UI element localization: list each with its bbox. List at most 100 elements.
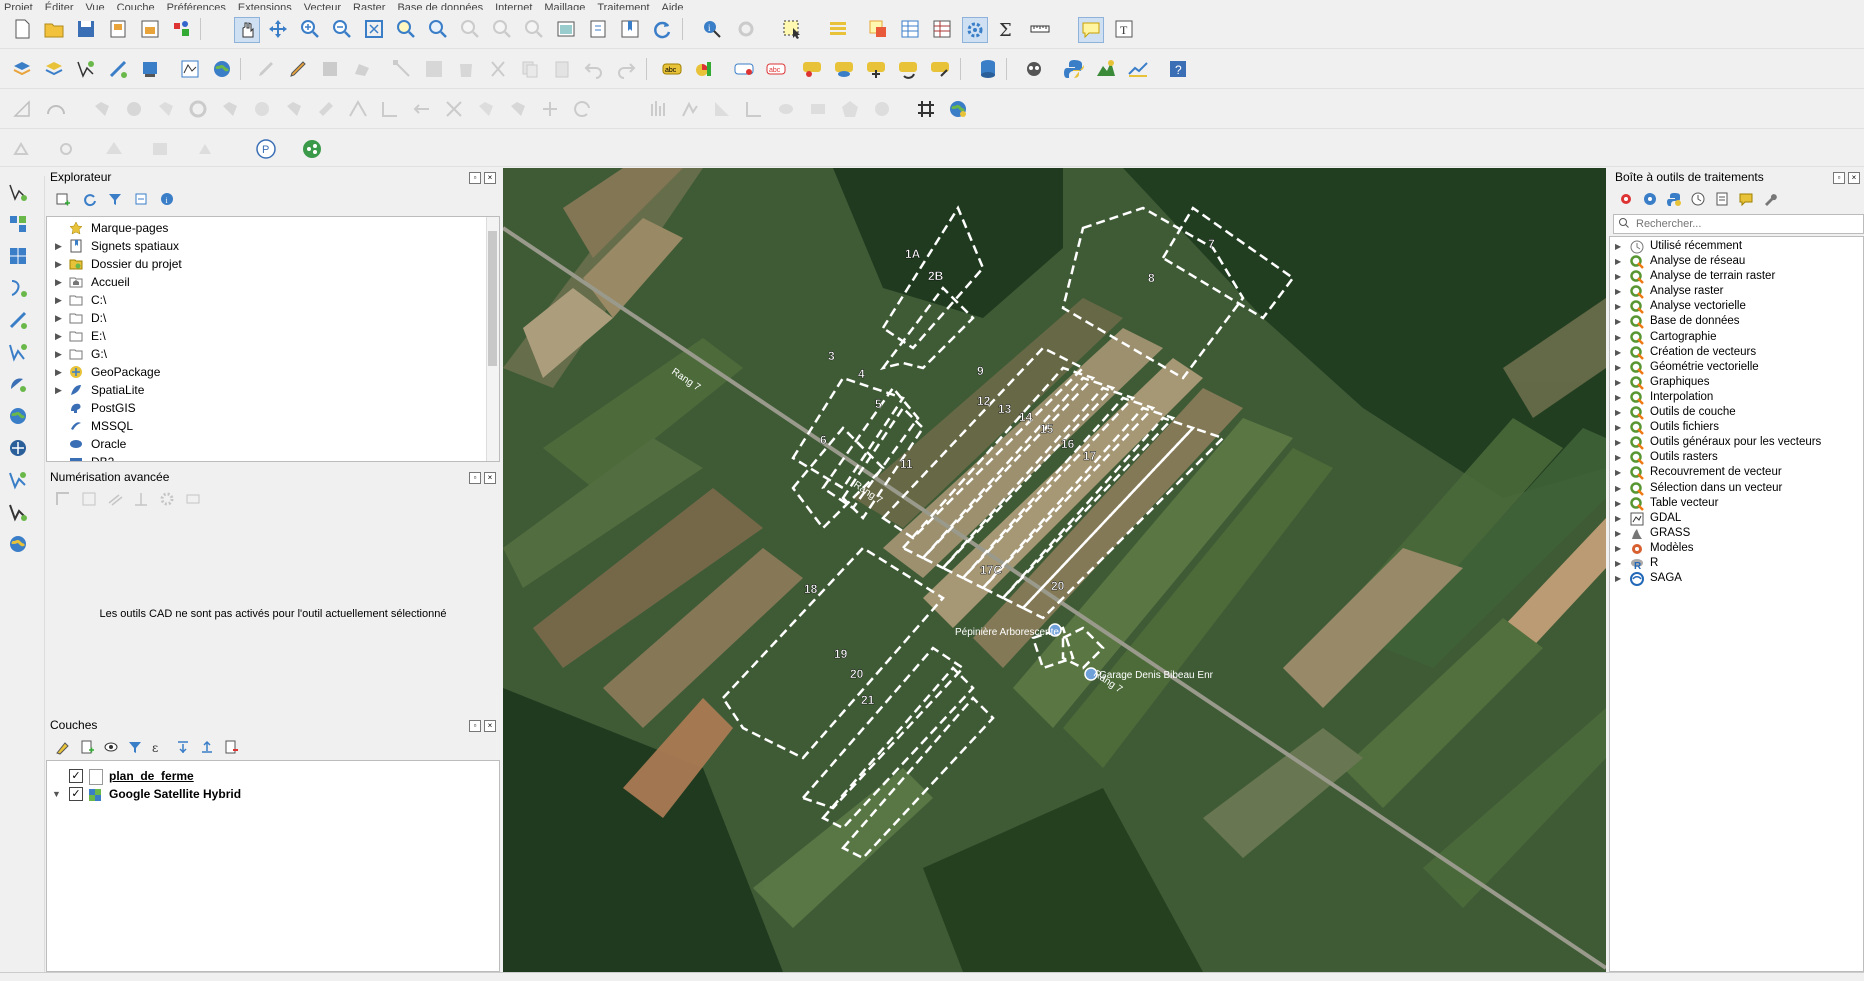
expand-arrow-icon[interactable]: ▶ bbox=[1615, 284, 1621, 299]
save-project-icon[interactable] bbox=[74, 17, 98, 41]
grid-icon[interactable] bbox=[914, 97, 938, 121]
merge-features-icon[interactable] bbox=[538, 97, 562, 121]
explorer-item[interactable]: ▶ C:\ bbox=[47, 291, 499, 309]
toolbox-item[interactable]: ▶ Table vecteur bbox=[1610, 496, 1863, 511]
move-feature-icon[interactable] bbox=[90, 97, 114, 121]
float-icon[interactable]: ▫ bbox=[1833, 172, 1845, 184]
expand-arrow-icon[interactable]: ▶ bbox=[1615, 299, 1621, 314]
new-project-icon[interactable] bbox=[10, 17, 34, 41]
profile-tool-icon[interactable] bbox=[1094, 57, 1118, 81]
georeferencer-icon[interactable] bbox=[946, 97, 970, 121]
expand-arrow-icon[interactable]: ▶ bbox=[1615, 330, 1621, 345]
add-wcs-icon[interactable] bbox=[6, 436, 30, 460]
explorer-item[interactable]: ▶ G:\ bbox=[47, 345, 499, 363]
toolbox-item[interactable]: ▶ Base de données bbox=[1610, 314, 1863, 330]
close-icon[interactable]: × bbox=[484, 720, 496, 732]
style-layer-icon[interactable] bbox=[54, 738, 72, 756]
new-polygon-layer-icon[interactable] bbox=[6, 340, 30, 364]
map-canvas[interactable]: 1A 2B 3 4 5 6 7 8 9 11 12 13 14 15 16 17… bbox=[503, 168, 1606, 972]
add-wms-layer-icon[interactable] bbox=[210, 57, 234, 81]
options-wrench-icon[interactable] bbox=[1761, 190, 1779, 208]
explorer-item[interactable]: ▶ Signets spatiaux bbox=[47, 237, 499, 255]
manage-map-themes-icon[interactable] bbox=[102, 738, 120, 756]
settings-gear-icon[interactable] bbox=[158, 490, 176, 508]
move-label-icon[interactable] bbox=[864, 57, 888, 81]
edit-table-icon[interactable] bbox=[422, 57, 446, 81]
add-delimited-text-icon[interactable] bbox=[178, 57, 202, 81]
pan-to-selection-icon[interactable] bbox=[266, 17, 290, 41]
circle-icon[interactable] bbox=[870, 97, 894, 121]
toolbox-item[interactable]: ▶ R R bbox=[1610, 556, 1863, 572]
fill-ring-icon[interactable] bbox=[250, 97, 274, 121]
delete-part-icon[interactable] bbox=[314, 97, 338, 121]
expand-arrow-icon[interactable]: ▶ bbox=[55, 345, 62, 363]
close-icon[interactable]: × bbox=[484, 172, 496, 184]
identify-icon[interactable]: i bbox=[700, 17, 724, 41]
plugin-tool-2-icon[interactable] bbox=[56, 137, 80, 161]
collapse-all-icon[interactable] bbox=[198, 738, 216, 756]
scripts-icon[interactable] bbox=[1641, 190, 1659, 208]
split-features-icon[interactable] bbox=[474, 97, 498, 121]
zoom-next-icon[interactable] bbox=[522, 17, 546, 41]
highlight-pinned-icon[interactable] bbox=[732, 57, 756, 81]
toolbox-item[interactable]: ▶ Utilisé récemment bbox=[1610, 239, 1863, 254]
toolbox-item[interactable]: ▶ Sélection dans un vecteur bbox=[1610, 481, 1863, 496]
delete-ring-icon[interactable] bbox=[282, 97, 306, 121]
ellipse-icon[interactable] bbox=[774, 97, 798, 121]
add-part-icon[interactable] bbox=[218, 97, 242, 121]
add-polygon-icon[interactable] bbox=[350, 57, 374, 81]
explorer-scrollbar[interactable] bbox=[486, 217, 499, 461]
expand-arrow-icon[interactable]: ▶ bbox=[1615, 450, 1621, 465]
zoom-in-icon[interactable] bbox=[298, 17, 322, 41]
edit-features-in-place-icon[interactable] bbox=[1737, 190, 1755, 208]
expand-arrow-icon[interactable]: ▶ bbox=[55, 273, 62, 291]
new-line-layer-icon[interactable] bbox=[6, 308, 30, 332]
add-selected-layers-icon[interactable] bbox=[54, 190, 72, 208]
toolbox-item[interactable]: ▶ Outils de couche bbox=[1610, 405, 1863, 420]
explorer-item[interactable]: PostGIS bbox=[47, 399, 499, 417]
new-map-view-icon[interactable] bbox=[554, 17, 578, 41]
measure-icon[interactable] bbox=[1028, 17, 1052, 41]
toolbox-item[interactable]: ▶ Modèles bbox=[1610, 541, 1863, 556]
rectangle-icon[interactable] bbox=[806, 97, 830, 121]
explorer-item[interactable]: ▶ E:\ bbox=[47, 327, 499, 345]
toggle-editing-icon[interactable] bbox=[254, 57, 278, 81]
metasearch-icon[interactable] bbox=[1022, 57, 1046, 81]
expand-arrow-icon[interactable]: ▶ bbox=[55, 381, 62, 399]
new-virtual-layer-icon[interactable] bbox=[6, 276, 30, 300]
data-source-manager-icon[interactable] bbox=[10, 57, 34, 81]
map-tips-icon[interactable] bbox=[1078, 17, 1104, 43]
toolbox-item[interactable]: ▶ Interpolation bbox=[1610, 390, 1863, 405]
expand-arrow-icon[interactable]: ▶ bbox=[55, 255, 62, 273]
add-mesh-layer-icon[interactable] bbox=[138, 57, 162, 81]
processing-toolbox-icon[interactable] bbox=[962, 17, 988, 43]
redo-icon[interactable] bbox=[614, 57, 638, 81]
expand-arrow-icon[interactable]: ▶ bbox=[1615, 405, 1621, 420]
toolbox-search-input[interactable] bbox=[1634, 216, 1862, 232]
expand-arrow-icon[interactable]: ▶ bbox=[1615, 269, 1621, 284]
toolbox-item[interactable]: ▶ Analyse de terrain raster bbox=[1610, 269, 1863, 285]
explorer-item[interactable]: Oracle bbox=[47, 435, 499, 453]
trim-extend-icon[interactable] bbox=[442, 97, 466, 121]
results-icon[interactable] bbox=[1713, 190, 1731, 208]
expand-arrow-icon[interactable]: ▶ bbox=[1615, 360, 1621, 375]
explorer-item[interactable]: MSSQL bbox=[47, 417, 499, 435]
zoom-out-icon[interactable] bbox=[330, 17, 354, 41]
toolbox-item[interactable]: ▶ Outils généraux pour les vecteurs bbox=[1610, 435, 1863, 451]
expand-arrow-icon[interactable]: ▶ bbox=[1615, 465, 1621, 480]
rotate-label-icon[interactable] bbox=[896, 57, 920, 81]
expand-arrow-icon[interactable]: ▶ bbox=[1615, 375, 1621, 390]
toolbox-item[interactable]: ▶ Analyse vectorielle bbox=[1610, 299, 1863, 315]
float-icon[interactable]: ▫ bbox=[469, 472, 481, 484]
python-icon[interactable] bbox=[1665, 190, 1683, 208]
layer-visibility-checkbox[interactable]: ✓ bbox=[69, 769, 83, 783]
add-raster-layer-icon[interactable] bbox=[106, 57, 130, 81]
toolbox-item[interactable]: ▶ Outils rasters bbox=[1610, 450, 1863, 466]
enable-cad-icon[interactable] bbox=[54, 490, 72, 508]
add-wms-icon[interactable] bbox=[6, 404, 30, 428]
open-project-icon[interactable] bbox=[42, 17, 66, 41]
floater-icon[interactable] bbox=[184, 490, 202, 508]
history-icon[interactable] bbox=[1689, 190, 1707, 208]
offset-curve-icon[interactable] bbox=[378, 97, 402, 121]
zoom-native-icon[interactable] bbox=[458, 17, 482, 41]
